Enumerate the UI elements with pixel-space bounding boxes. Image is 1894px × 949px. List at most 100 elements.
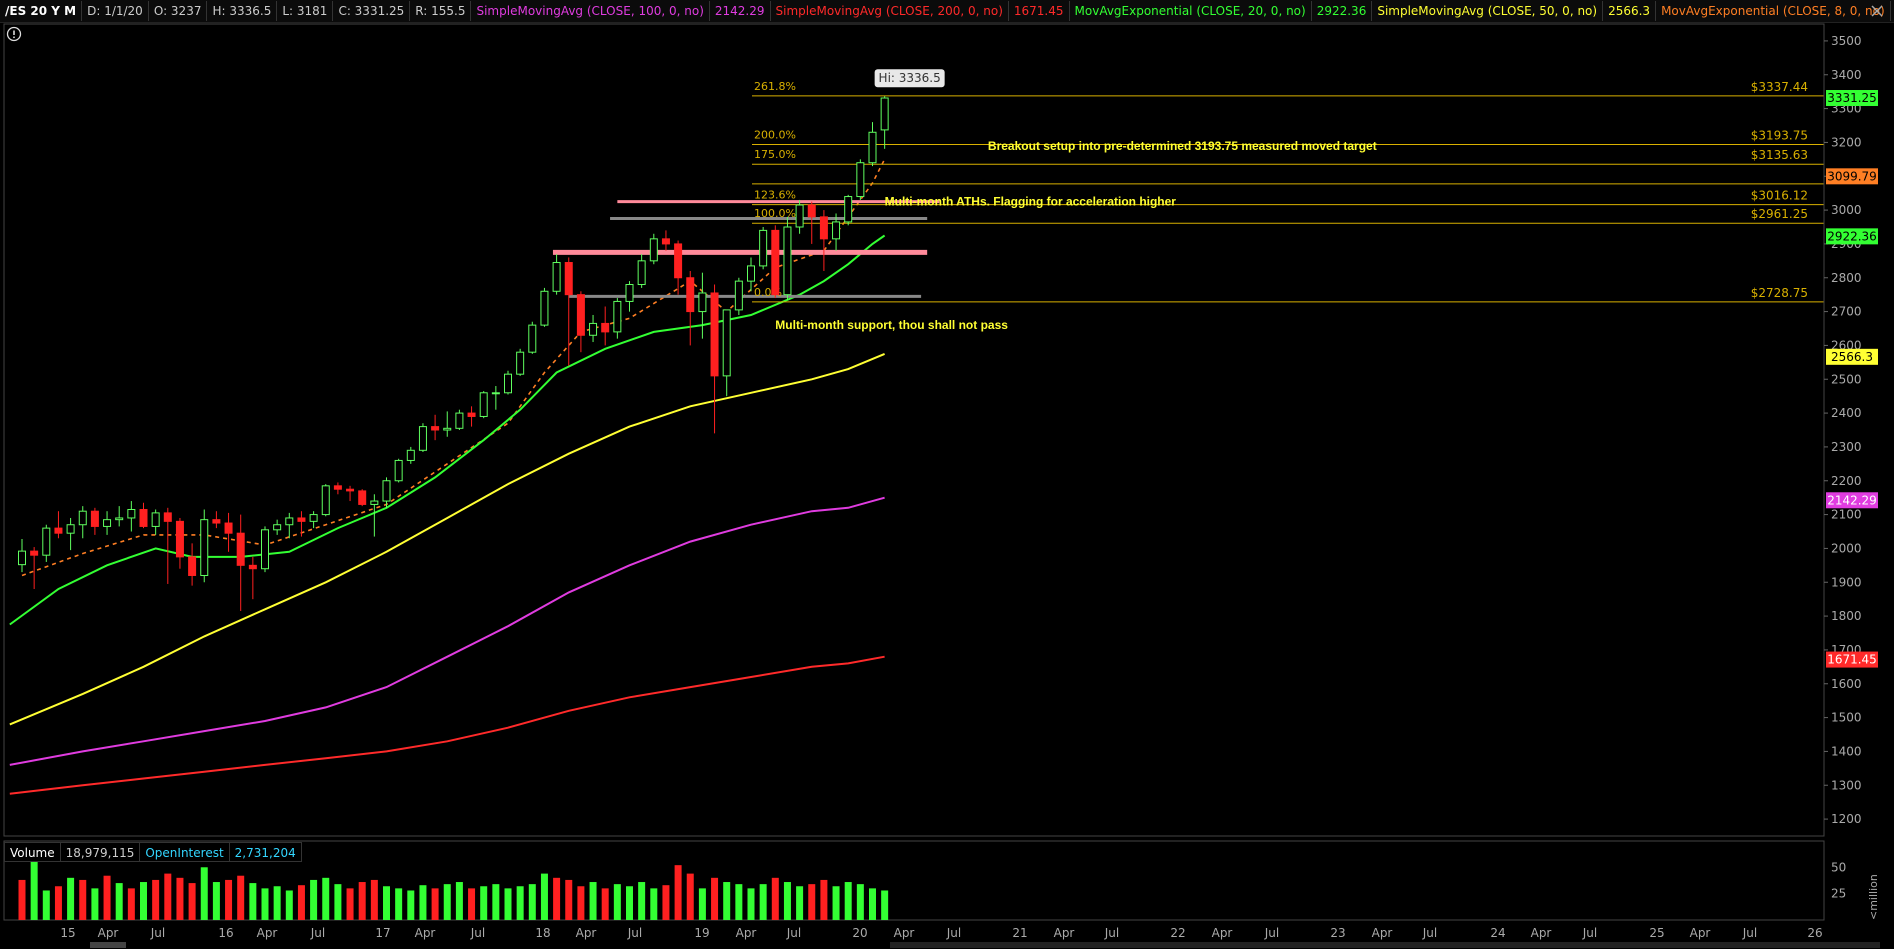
volume-bar bbox=[783, 882, 791, 920]
price-tick-label: 3400 bbox=[1831, 68, 1862, 82]
time-tick-label: Apr bbox=[1531, 926, 1552, 940]
fib-pct-0: 261.8% bbox=[754, 80, 796, 93]
time-tick-label: Apr bbox=[1690, 926, 1711, 940]
time-tick-label: Apr bbox=[576, 926, 597, 940]
candle-body bbox=[564, 262, 573, 296]
candle-body bbox=[771, 229, 780, 296]
price-tick-label: 3000 bbox=[1831, 203, 1862, 217]
candle-body bbox=[552, 262, 561, 292]
candle-body bbox=[844, 196, 853, 223]
time-tick-label: Jul bbox=[470, 926, 485, 940]
volume-bar bbox=[553, 877, 561, 920]
time-tick-label: Apr bbox=[1212, 926, 1233, 940]
volume-bar bbox=[127, 888, 135, 920]
candle-body bbox=[285, 517, 294, 526]
fib-price-1: $3193.75 bbox=[1751, 129, 1808, 143]
candle-body bbox=[382, 480, 391, 502]
candle-body bbox=[346, 488, 355, 492]
volume-bar bbox=[383, 886, 390, 920]
volume-bar bbox=[796, 886, 804, 920]
volume-bar bbox=[468, 888, 476, 920]
time-tick-label: 15 bbox=[60, 926, 75, 940]
candle-body bbox=[90, 510, 99, 527]
price-tick-label: 1600 bbox=[1831, 677, 1862, 691]
candle-body bbox=[880, 97, 889, 131]
candle-body bbox=[710, 292, 719, 377]
candle-body bbox=[625, 284, 634, 302]
candle-body bbox=[698, 292, 707, 313]
volume-bar bbox=[395, 888, 403, 920]
candle-body bbox=[236, 532, 245, 566]
candle-body bbox=[273, 524, 282, 531]
volume-bar bbox=[176, 877, 184, 920]
volume-bar bbox=[577, 886, 585, 920]
price-tick-label: 2500 bbox=[1831, 372, 1862, 386]
volume-bar bbox=[881, 890, 889, 920]
annotation-0: Breakout setup into pre-determined 3193.… bbox=[988, 139, 1377, 153]
volume-bar bbox=[18, 879, 26, 920]
volume-bar bbox=[686, 873, 694, 920]
candle-body bbox=[443, 427, 452, 431]
price-tick-label: 2200 bbox=[1831, 474, 1862, 488]
price-tick-label: 1900 bbox=[1831, 575, 1862, 589]
open-interest-label[interactable]: OpenInterest bbox=[140, 842, 230, 862]
price-chart[interactable]: 261.8% $3337.44 200.0% $3193.75 175.0% $3135.… bbox=[0, 0, 1894, 949]
volume-bar bbox=[322, 877, 330, 920]
candle-body bbox=[431, 426, 440, 431]
candle-body bbox=[467, 412, 476, 417]
time-tick-label: Jul bbox=[786, 926, 801, 940]
fib-pct-1: 200.0% bbox=[754, 129, 796, 142]
volume-bar bbox=[115, 883, 123, 920]
fib-price-4: $3016.12 bbox=[1751, 189, 1808, 203]
candle-body bbox=[151, 512, 160, 527]
time-tick-label: Jul bbox=[1104, 926, 1119, 940]
chart-frame bbox=[3, 23, 1880, 948]
volume-bar bbox=[759, 884, 767, 920]
candle-body bbox=[54, 527, 63, 534]
volume-tick-label: 25 bbox=[1831, 887, 1846, 901]
price-tag-text-5: 1671.45 bbox=[1827, 653, 1877, 667]
time-tick-label: 24 bbox=[1490, 926, 1505, 940]
fib-pct-4: 123.6% bbox=[754, 189, 796, 202]
volume-bar bbox=[589, 882, 597, 920]
volume-bar bbox=[261, 888, 269, 920]
candle-body bbox=[601, 322, 610, 333]
volume-bar bbox=[869, 888, 876, 920]
candle-body bbox=[637, 260, 646, 286]
volume-bar bbox=[808, 884, 816, 920]
price-tick-label: 3500 bbox=[1831, 34, 1862, 48]
price-tick-label: 2800 bbox=[1831, 271, 1862, 285]
candle-body bbox=[188, 556, 197, 576]
price-tick-label: 1800 bbox=[1831, 609, 1862, 623]
ma-line-4 bbox=[9, 655, 885, 795]
volume-bar bbox=[711, 877, 719, 920]
time-axis: 15 Apr Jul 16 Apr Jul 17 Apr Jul 18 Apr Jul 19 Apr Jul… bbox=[60, 926, 1822, 940]
volume-label[interactable]: Volume bbox=[4, 842, 61, 862]
fib-pct-5: 100.0% bbox=[754, 207, 796, 220]
candle-body bbox=[66, 524, 75, 534]
candle-body bbox=[418, 426, 427, 451]
volume-bar bbox=[273, 886, 281, 920]
volume-bar bbox=[370, 879, 378, 920]
volume-bar bbox=[67, 877, 75, 920]
volume-bar bbox=[91, 888, 99, 920]
open-interest-value: 2,731,204 bbox=[229, 842, 302, 862]
candle-body bbox=[686, 277, 695, 313]
fib-price-0: $3337.44 bbox=[1751, 80, 1808, 94]
candle-body bbox=[200, 519, 209, 576]
volume-bar bbox=[613, 884, 621, 920]
time-tick-label: Apr bbox=[1372, 926, 1393, 940]
price-tick-label: 1500 bbox=[1831, 711, 1862, 725]
volume-tick-label: 50 bbox=[1831, 860, 1846, 874]
candlesticks bbox=[18, 96, 889, 612]
time-tick-label: 22 bbox=[1170, 926, 1185, 940]
candle-body bbox=[856, 162, 865, 198]
fib-price-2: $3135.63 bbox=[1751, 148, 1808, 162]
time-tick-label: Apr bbox=[1054, 926, 1075, 940]
volume-bar bbox=[297, 885, 305, 920]
candle-body bbox=[127, 509, 136, 519]
horizontal-zones bbox=[552, 200, 940, 298]
time-tick-label: 21 bbox=[1012, 926, 1027, 940]
volume-bar bbox=[225, 879, 233, 920]
candle-body bbox=[722, 309, 731, 377]
